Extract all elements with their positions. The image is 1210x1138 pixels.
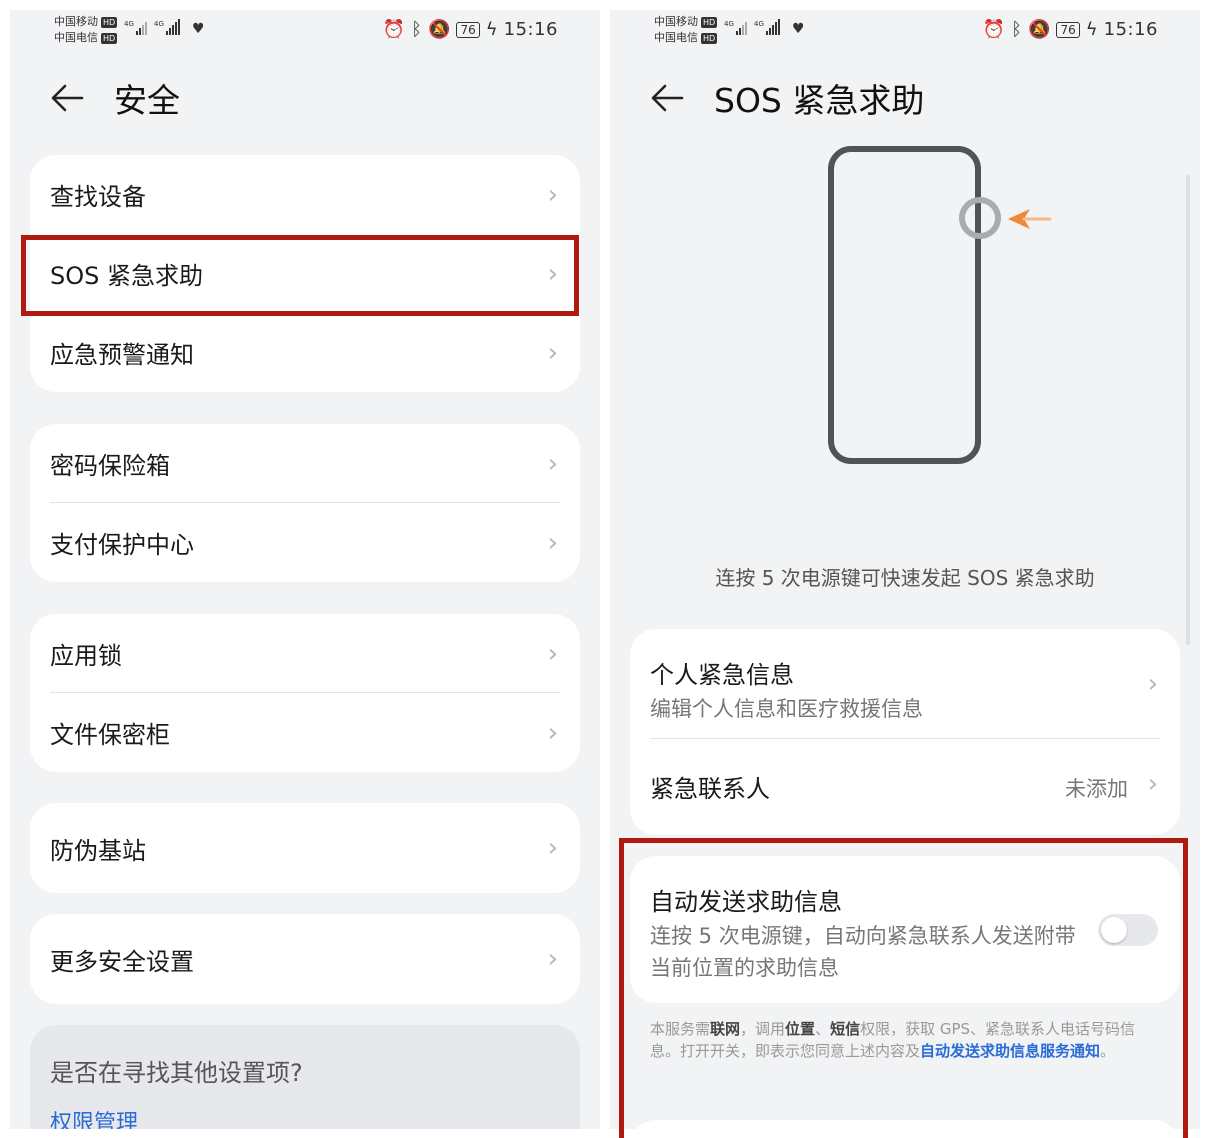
svg-text:4G: 4G xyxy=(154,20,164,28)
instruction-caption: 连按 5 次电源键可快速发起 SOS 紧急求助 xyxy=(715,566,1095,590)
hd-badge: HD xyxy=(101,32,118,44)
battery-indicator: 76 xyxy=(456,21,480,38)
chevron-right-icon: › xyxy=(547,833,558,863)
page-header: 安全 xyxy=(50,74,180,122)
menu-item-password-vault[interactable]: 密码保险箱 › xyxy=(30,424,580,503)
carrier-2: 中国电信 xyxy=(54,31,98,44)
emergency-info-card: 个人紧急信息 编辑个人信息和医疗救援信息 › 紧急联系人 未添加 › xyxy=(630,629,1180,835)
signal-icons: 4G 4G xyxy=(724,18,782,36)
settings-group-2: 密码保险箱 › 支付保护中心 › xyxy=(30,424,580,582)
back-arrow-icon[interactable] xyxy=(650,83,684,113)
signal-icon: 4G xyxy=(754,19,780,35)
svg-text:4G: 4G xyxy=(124,20,134,28)
menu-item-payment-protection[interactable]: 支付保护中心 › xyxy=(30,503,580,582)
chevron-right-icon: › xyxy=(547,448,558,479)
clock: 15:16 xyxy=(503,19,558,40)
settings-group-3: 应用锁 › 文件保密柜 › xyxy=(30,614,580,772)
page-title: SOS 紧急求助 xyxy=(714,81,925,120)
bluetooth-icon: ᛒ xyxy=(411,19,423,40)
personal-emergency-info-item[interactable]: 个人紧急信息 编辑个人信息和医疗救援信息 › xyxy=(630,629,1180,739)
svg-text:4G: 4G xyxy=(724,20,734,28)
clock: 15:16 xyxy=(1103,19,1158,40)
suggestion-card: 是否在寻找其他设置项? 权限管理 xyxy=(30,1025,580,1129)
hd-badge: HD xyxy=(101,16,118,28)
settings-group-5: 更多安全设置 › xyxy=(30,914,580,1004)
chevron-right-icon: › xyxy=(547,944,558,974)
menu-item-more-security[interactable]: 更多安全设置 › xyxy=(30,914,580,1004)
carrier-2: 中国电信 xyxy=(654,31,698,44)
charging-icon: ϟ xyxy=(485,19,498,40)
alarm-icon: ⏰ xyxy=(382,19,406,40)
chevron-right-icon: › xyxy=(547,638,558,669)
menu-item-app-lock[interactable]: 应用锁 › xyxy=(30,614,580,693)
back-arrow-icon[interactable] xyxy=(50,83,84,113)
highlight-box-auto-send xyxy=(619,838,1188,1138)
carrier-1: 中国移动 xyxy=(54,15,98,28)
page-title: 安全 xyxy=(114,81,180,120)
signal-icons: 4G 4G xyxy=(124,18,182,36)
menu-item-file-safe[interactable]: 文件保密柜 › xyxy=(30,693,580,772)
contact-status: 未添加 xyxy=(1065,777,1128,801)
mute-bell-icon: 🔕 xyxy=(428,19,451,40)
bluetooth-icon: ᛒ xyxy=(1011,19,1023,40)
emergency-contacts-item[interactable]: 紧急联系人 未添加 › xyxy=(630,739,1180,835)
permission-management-link[interactable]: 权限管理 xyxy=(50,1105,138,1129)
chevron-right-icon: › xyxy=(547,717,558,748)
charging-icon: ϟ xyxy=(1085,19,1098,40)
menu-item-emergency-alerts[interactable]: 应急预警通知 › xyxy=(30,313,580,392)
status-bar: 中国移动 HD 中国电信 HD 4G 4G ♥ ⏰ ᛒ 🔕 76 ϟ 15:16 xyxy=(610,10,1200,54)
chevron-right-icon: › xyxy=(547,179,558,210)
highlight-box-sos xyxy=(21,235,579,316)
chevron-right-icon: › xyxy=(1147,669,1158,699)
carrier-1: 中国移动 xyxy=(654,15,698,28)
menu-item-find-device[interactable]: 查找设备 › xyxy=(30,155,580,234)
power-button-illustration xyxy=(828,146,1052,464)
suggestion-question: 是否在寻找其他设置项? xyxy=(50,1059,303,1087)
page-header: SOS 紧急求助 xyxy=(650,74,924,122)
chevron-right-icon: › xyxy=(1147,769,1158,799)
mute-bell-icon: 🔕 xyxy=(1028,19,1051,40)
signal-icon: 4G xyxy=(154,19,180,35)
settings-group-4: 防伪基站 › xyxy=(30,803,580,893)
health-heart-icon: ♥ xyxy=(192,21,205,37)
chevron-right-icon: › xyxy=(547,337,558,368)
health-heart-icon: ♥ xyxy=(792,21,805,37)
svg-text:4G: 4G xyxy=(754,20,764,28)
hd-badge: HD xyxy=(701,16,718,28)
menu-item-fake-base-station[interactable]: 防伪基站 › xyxy=(30,803,580,893)
left-screen: 中国移动 HD 中国电信 HD 4G 4G ♥ ⏰ ᛒ 🔕 76 ϟ 15:16 安… xyxy=(10,10,600,1129)
signal-icon: 4G xyxy=(124,20,147,35)
chevron-right-icon: › xyxy=(547,527,558,558)
alarm-icon: ⏰ xyxy=(982,19,1006,40)
battery-indicator: 76 xyxy=(1056,21,1080,38)
hd-badge: HD xyxy=(701,32,718,44)
status-bar: 中国移动 HD 中国电信 HD 4G 4G ♥ ⏰ ᛒ 🔕 76 ϟ 15:16 xyxy=(10,10,600,54)
signal-icon: 4G xyxy=(724,20,747,35)
